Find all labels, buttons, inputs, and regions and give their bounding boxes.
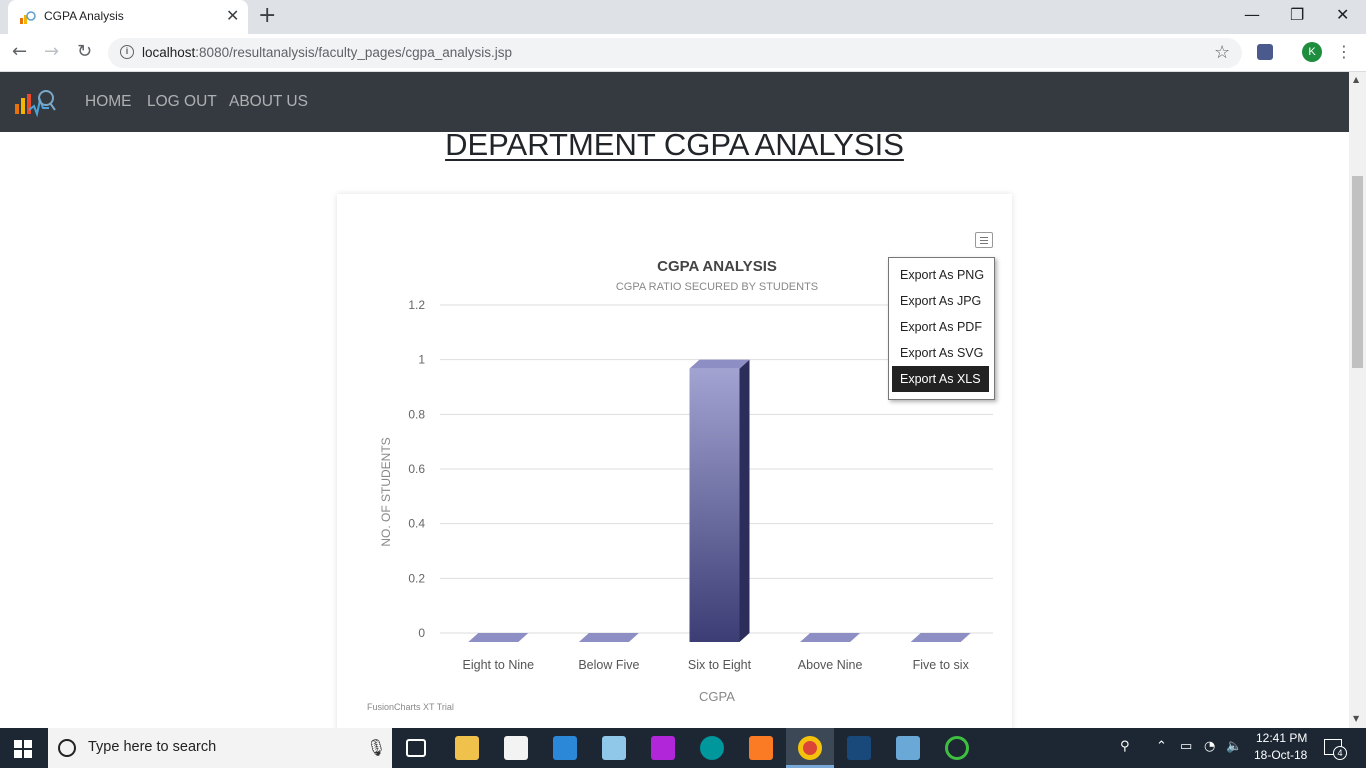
volume-icon[interactable]: 🔈 <box>1226 739 1242 754</box>
people-icon[interactable]: ⚲ <box>1120 739 1130 754</box>
y-tick-label: 0.6 <box>408 462 425 476</box>
notepad-icon[interactable] <box>602 736 626 760</box>
arduino-icon[interactable] <box>700 736 724 760</box>
tab-close-icon[interactable]: ✕ <box>226 7 239 25</box>
site-favicon-icon <box>20 11 36 24</box>
x-tick-label: Above Nine <box>798 658 863 672</box>
bookmark-star-icon[interactable]: ☆ <box>1214 42 1230 63</box>
forward-arrow-icon[interactable]: → <box>44 41 59 63</box>
task-view-icon[interactable] <box>406 739 426 757</box>
minimize-icon[interactable]: — <box>1244 5 1260 25</box>
y-axis-title: NO. OF STUDENTS <box>379 437 393 546</box>
browser-tab[interactable]: CGPA Analysis ✕ <box>8 0 248 34</box>
site-info-icon[interactable]: i <box>120 45 134 59</box>
export-menu: Export As PNG Export As JPG Export As PD… <box>888 257 995 400</box>
battery-icon[interactable]: ▭ <box>1180 739 1192 754</box>
chart-container: CGPA ANALYSIS CGPA RATIO SECURED BY STUD… <box>337 194 1012 728</box>
store-icon[interactable] <box>504 736 528 760</box>
bar-top-face <box>578 633 639 642</box>
virtualbox-icon[interactable] <box>896 736 920 760</box>
site-logo-icon[interactable] <box>15 86 57 118</box>
loading-app-icon[interactable] <box>945 736 969 760</box>
page-viewport: HOME LOG OUT ABOUT US DEPARTMENT CGPA AN… <box>0 72 1349 728</box>
browser-menu-icon[interactable]: ⋮ <box>1336 42 1352 62</box>
search-placeholder: Type here to search <box>88 739 217 755</box>
new-tab-icon[interactable]: + <box>258 4 276 28</box>
taskbar-search[interactable]: Type here to search 🎙 <box>48 728 392 768</box>
tray-expand-icon[interactable]: ⌃ <box>1156 739 1167 754</box>
x-tick-label: Five to six <box>913 658 970 672</box>
url-text[interactable]: localhost:8080/resultanalysis/faculty_pa… <box>142 45 512 60</box>
clock-time[interactable]: 12:41 PM <box>1256 731 1307 745</box>
clock-date[interactable]: 18-Oct-18 <box>1254 748 1307 762</box>
bar-side-face <box>739 359 750 642</box>
cortana-icon <box>58 739 76 757</box>
export-jpg-item[interactable]: Export As JPG <box>892 288 989 314</box>
windows-taskbar: Type here to search 🎙 ⚲ ⌃ ▭ ◔ 🔈 12:41 PM… <box>0 728 1366 768</box>
extension-cube-icon[interactable] <box>1257 44 1273 60</box>
nav-about-link[interactable]: ABOUT US <box>229 93 308 111</box>
chart-bar[interactable] <box>578 633 639 642</box>
scroll-up-icon[interactable]: ▲ <box>1353 75 1359 84</box>
x-axis-title: CGPA <box>699 689 735 704</box>
export-png-item[interactable]: Export As PNG <box>892 262 989 288</box>
y-tick-label: 0.2 <box>408 571 425 585</box>
window-close-icon[interactable]: ✕ <box>1336 5 1349 25</box>
site-navbar: HOME LOG OUT ABOUT US <box>0 72 1349 132</box>
x-tick-label: Below Five <box>578 658 639 672</box>
restore-icon[interactable]: ❐ <box>1290 5 1304 25</box>
profile-avatar[interactable]: K <box>1302 42 1322 62</box>
export-svg-item[interactable]: Export As SVG <box>892 340 989 366</box>
chart-menu-button[interactable] <box>975 232 993 248</box>
bar-top-face <box>468 633 529 642</box>
mysql-workbench-icon[interactable] <box>847 736 871 760</box>
file-explorer-icon[interactable] <box>455 736 479 760</box>
chart-bar[interactable] <box>910 633 971 642</box>
chrome-icon[interactable] <box>798 736 822 760</box>
outlook-icon[interactable] <box>553 736 577 760</box>
scroll-down-icon[interactable]: ▼ <box>1353 714 1359 723</box>
y-tick-label: 0.8 <box>408 407 425 421</box>
bar-top-face <box>800 633 861 642</box>
wifi-icon[interactable]: ◔ <box>1204 739 1215 754</box>
nav-logout-link[interactable]: LOG OUT <box>147 93 217 111</box>
scroll-thumb[interactable] <box>1352 176 1363 368</box>
xampp-icon[interactable] <box>749 736 773 760</box>
chart-bar[interactable] <box>800 633 861 642</box>
reload-icon[interactable]: ↻ <box>77 41 92 63</box>
chart-title: CGPA ANALYSIS <box>657 258 777 275</box>
phpstorm-icon[interactable] <box>651 736 675 760</box>
microphone-icon[interactable]: 🎙 <box>366 738 386 757</box>
back-arrow-icon[interactable]: ← <box>12 41 27 63</box>
notification-badge: 4 <box>1333 746 1347 760</box>
x-tick-label: Eight to Nine <box>463 658 535 672</box>
page-title: DEPARTMENT CGPA ANALYSIS <box>445 127 904 162</box>
y-tick-label: 1.2 <box>408 298 425 312</box>
bar-top-face <box>910 633 971 642</box>
nav-home-link[interactable]: HOME <box>85 93 132 111</box>
chart-bar[interactable] <box>689 359 750 642</box>
chart-subtitle: CGPA RATIO SECURED BY STUDENTS <box>616 281 818 293</box>
y-tick-label: 1 <box>418 353 425 367</box>
address-bar[interactable]: i localhost:8080/resultanalysis/faculty_… <box>108 38 1242 68</box>
browser-toolbar: ← → ↻ i localhost:8080/resultanalysis/fa… <box>0 34 1366 72</box>
x-tick-label: Six to Eight <box>688 658 752 672</box>
page-scrollbar[interactable]: ▲ ▼ <box>1349 72 1366 728</box>
bar-front-face <box>689 368 740 642</box>
browser-tab-strip: CGPA Analysis ✕ + — ❐ ✕ <box>0 0 1366 34</box>
bar-top-face <box>689 359 750 369</box>
y-tick-label: 0.4 <box>408 517 425 531</box>
chart-bar[interactable] <box>468 633 529 642</box>
windows-start-icon[interactable] <box>14 740 32 758</box>
export-xls-item[interactable]: Export As XLS <box>892 366 989 392</box>
chart-watermark: FusionCharts XT Trial <box>367 702 454 712</box>
tab-title: CGPA Analysis <box>44 9 124 23</box>
y-tick-label: 0 <box>418 626 425 640</box>
export-pdf-item[interactable]: Export As PDF <box>892 314 989 340</box>
